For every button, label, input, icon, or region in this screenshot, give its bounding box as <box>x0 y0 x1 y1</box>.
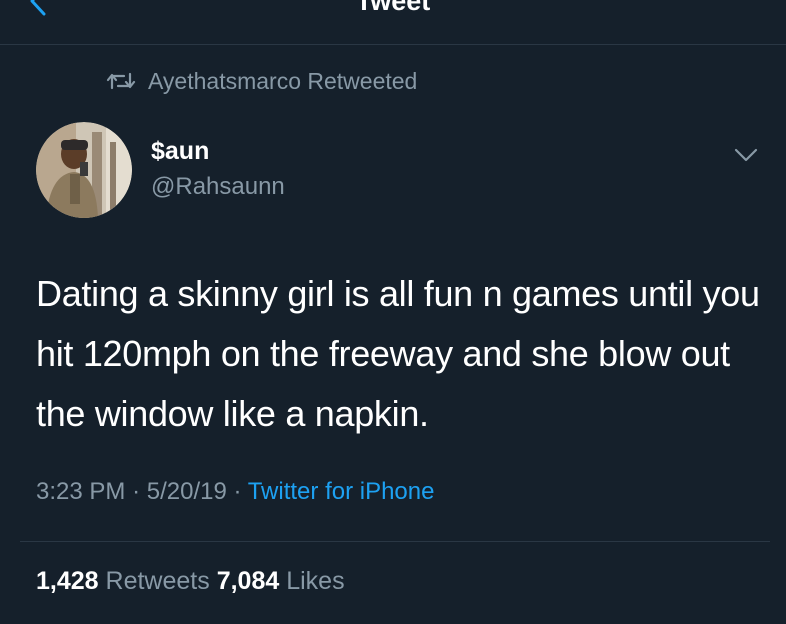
meta-separator: · <box>233 478 242 505</box>
retweet-context-label: Ayethatsmarco Retweeted <box>148 67 418 94</box>
avatar-photo <box>36 122 132 218</box>
retweets-stat[interactable]: 1,428 Retweets <box>36 567 210 595</box>
meta-separator: · <box>132 478 141 505</box>
tweet-stats: 1,428 Retweets 7,084 Likes <box>36 567 345 596</box>
tweet-meta: 3:23 PM · 5/20/19 · Twitter for iPhone <box>36 478 434 506</box>
likes-count: 7,084 <box>216 567 280 595</box>
author-handle[interactable]: @Rahsaunn <box>151 173 285 201</box>
author-name[interactable]: $aun <box>151 137 209 166</box>
divider <box>20 541 770 542</box>
retweets-count: 1,428 <box>36 567 99 595</box>
likes-stat[interactable]: 7,084 Likes <box>217 567 345 595</box>
tweet-detail-screen: Tweet Ayethatsmarco Retweeted $aun @Rahs… <box>0 0 786 624</box>
tweet-time: 3:23 PM <box>36 478 126 505</box>
tweet-source-link[interactable]: Twitter for iPhone <box>248 478 435 505</box>
tweet-body: Dating a skinny girl is all fun n games … <box>36 273 760 434</box>
tweet-date: 5/20/19 <box>146 478 227 505</box>
retweet-context[interactable]: Ayethatsmarco Retweeted <box>106 66 417 96</box>
retweets-label: Retweets <box>105 567 210 595</box>
page-title: Tweet <box>355 0 431 16</box>
chevron-down-icon[interactable] <box>732 146 760 164</box>
retweet-icon <box>106 72 136 90</box>
top-nav-bar: Tweet <box>0 0 786 45</box>
avatar[interactable] <box>36 122 132 218</box>
likes-label: Likes <box>286 567 345 595</box>
